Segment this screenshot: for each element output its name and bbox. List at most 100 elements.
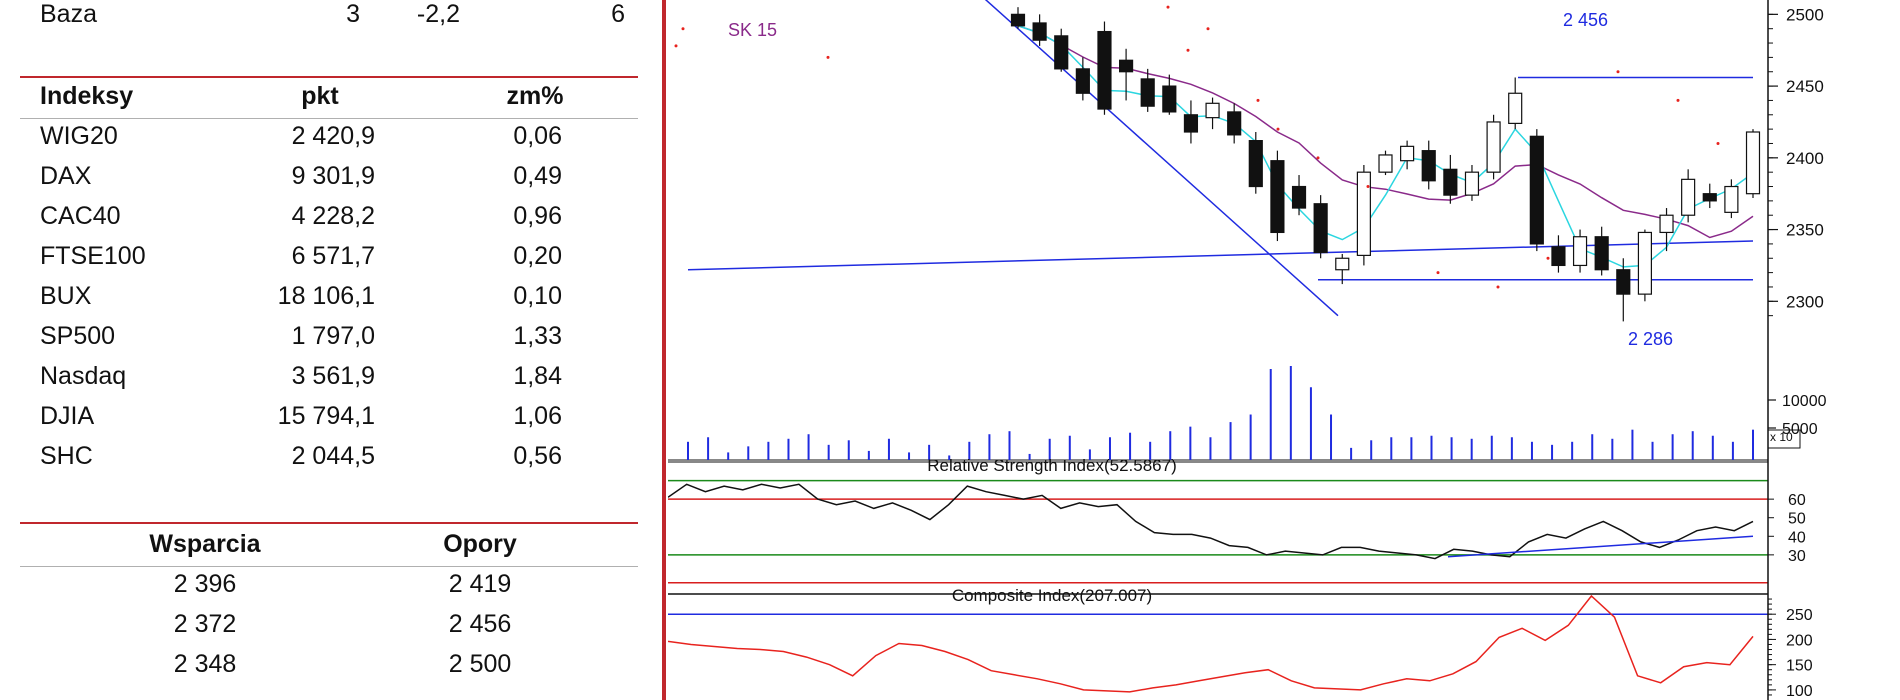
index-change: 0,96 [513,202,562,230]
resistance-value: 2 500 [448,650,512,678]
candle-body [1075,68,1090,94]
indices-header: Indeksy pkt zm% [0,82,650,120]
candle-body [1681,178,1696,216]
composite-tick-label: 200 [1786,632,1813,649]
candle-body [1594,236,1609,271]
candle-body [1529,135,1544,245]
candle-body [1032,22,1047,41]
baza-label: Baza [40,0,97,28]
support-value: 2 372 [173,610,237,638]
index-points: 2 420,9 [291,122,375,150]
volume-tick-label: 10000 [1782,393,1827,410]
index-name: FTSE100 [40,242,146,270]
volatility-dot [1546,256,1550,260]
volatility-dot [1616,70,1620,74]
support-trendline [687,240,1754,271]
support-header: Wsparcia [149,530,261,558]
resistance-value: 2 419 [448,570,512,598]
sma-long-line [1017,25,1754,239]
candle-body [1054,35,1069,70]
rsi-tick-label: 50 [1788,511,1806,528]
y-tick-label: 2300 [1786,292,1824,311]
rsi-trendline [1447,535,1754,558]
quotes-panel: Baza 3 -2,2 6 Indeksy pkt zm% WIG20 2 420… [0,0,650,700]
technical-chart: 2300235024002450250010000500030405060100… [668,0,1827,700]
baza-row: Baza 3 -2,2 6 [0,0,650,38]
volatility-dot [681,27,685,31]
index-row: DJIA 15 794,1 1,06 [0,402,650,440]
rsi-title: Relative Strength Index(52.5867) [927,456,1177,475]
volatility-dot [826,55,830,59]
candle-body [1443,168,1458,196]
index-row: WIG20 2 420,9 0,06 [0,122,650,160]
index-change: 1,06 [513,402,562,430]
y-tick-label: 2450 [1786,77,1824,96]
volume-scale-note: x 10 [1770,430,1793,444]
volatility-dot [1436,271,1440,275]
index-points: 3 561,9 [291,362,375,390]
support-value: 2 396 [173,570,237,598]
index-row: Nasdaq 3 561,9 1,84 [0,362,650,400]
candle-body [1464,171,1480,196]
index-name: Nasdaq [40,362,127,390]
header-rule [20,566,638,567]
level-row: 2 396 2 419 [0,570,650,608]
candle-body [1400,145,1415,162]
index-points: 4 228,2 [291,202,375,230]
volatility-dot [1366,185,1370,189]
high-mark-label: 2 456 [1563,10,1608,30]
candle-body [1097,30,1112,110]
price-panel [674,0,1761,322]
candle-body [1659,214,1674,234]
index-name: WIG20 [40,122,118,150]
index-row: DAX 9 301,9 0,49 [0,162,650,200]
candle-body [1421,150,1436,182]
volatility-dot [1496,285,1500,289]
volatility-dot [1186,48,1190,52]
rsi-tick-label: 40 [1788,529,1806,546]
index-change: 0,06 [513,122,562,150]
volatility-dot [1676,98,1680,102]
index-change: 0,10 [513,282,562,310]
index-points: 18 106,1 [277,282,375,310]
baza-value-2: -2,2 [416,0,460,28]
volatility-dot [1276,127,1280,131]
y-tick-label: 2350 [1786,221,1824,240]
candle-body [1616,269,1631,295]
index-row: BUX 18 106,1 0,10 [0,282,650,320]
y-axis: 2300235024002450250010000500030405060100… [1767,0,1827,700]
candle-body [1183,114,1199,133]
levels-header: Wsparcia Opory [0,530,650,568]
index-change: 1,84 [513,362,562,390]
composite-title: Composite Index(207.007) [952,586,1152,605]
composite-tick-label: 150 [1786,658,1813,675]
baza-value-1: 3 [346,0,360,28]
legend-label: SK 15 [728,20,777,40]
candle-body [1162,85,1177,113]
volatility-dot [1316,156,1320,160]
panel-divider [662,0,666,700]
y-tick-label: 2400 [1786,149,1824,168]
index-change: 1,33 [513,322,562,350]
down-trendline [984,0,1339,317]
candle-body [1551,246,1566,267]
candle-body [1205,102,1220,119]
index-name: DAX [40,162,92,190]
indices-header-name: Indeksy [40,82,134,110]
candle-body [1313,203,1328,254]
index-name: SP500 [40,322,116,350]
candle-body [1140,78,1155,107]
rsi-tick-label: 30 [1788,548,1806,565]
y-tick-label: 2500 [1786,5,1824,24]
composite-tick-label: 250 [1786,607,1813,624]
level-row: 2 348 2 500 [0,650,650,688]
index-name: BUX [40,282,92,310]
volatility-dot [1716,141,1720,145]
indices-header-pkt: pkt [301,82,339,110]
candle-body [1745,131,1761,195]
volatility-dot [674,44,678,48]
candle-body [1010,13,1026,27]
candle-body [1724,185,1739,213]
index-row: SP500 1 797,0 1,33 [0,322,650,360]
candle-body [1119,59,1134,73]
